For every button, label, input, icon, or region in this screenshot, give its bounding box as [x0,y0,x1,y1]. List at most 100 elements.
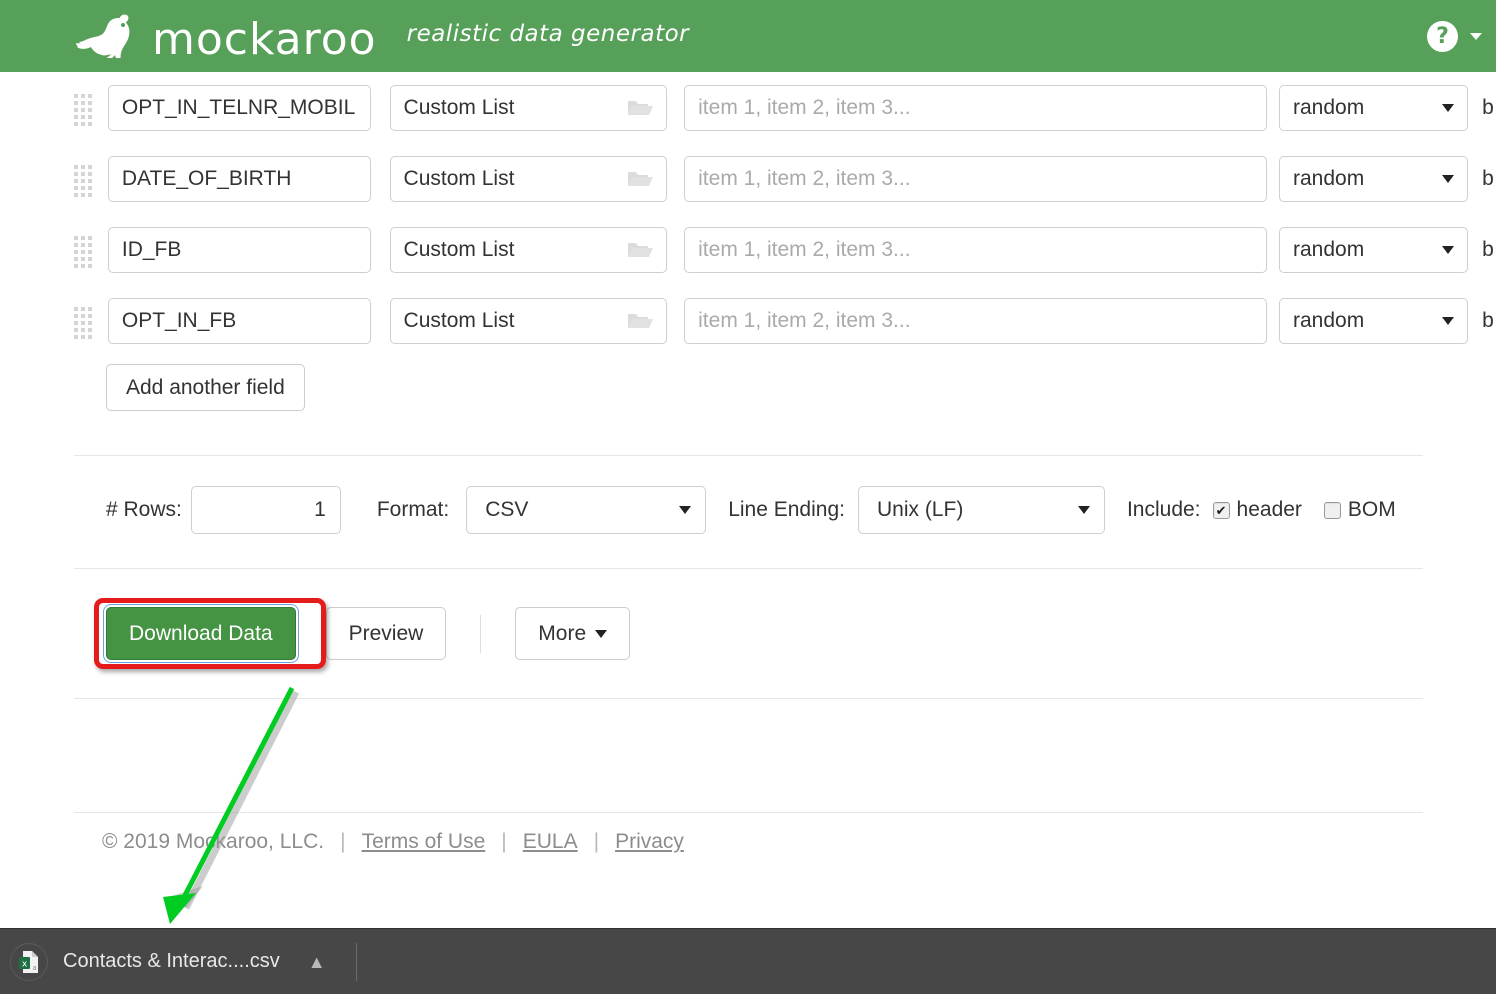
field-distribution-select[interactable]: random [1279,297,1469,344]
caret-down-icon [1442,103,1455,112]
caret-down-icon [1442,245,1455,254]
line-ending-select[interactable]: Unix (LF) [857,486,1105,534]
svg-text:a: a [32,964,36,972]
mockaroo-page: mockaroo realistic data generator ? OPT_… [0,0,1496,994]
divider [74,568,1423,569]
field-values-input[interactable]: item 1, item 2, item 3... [684,297,1267,344]
more-button[interactable]: More [515,607,631,660]
field-type-input[interactable]: Custom List [389,226,668,273]
footer-separator: | [340,830,346,853]
csv-file-icon: x a [10,942,48,981]
download-data-label: Download Data [129,621,273,645]
divider [480,614,482,653]
site-footer: © 2019 Mockaroo, LLC. | Terms of Use | E… [102,830,684,854]
field-name-value: DATE_OF_BIRTH [121,166,292,190]
field-values-placeholder: item 1, item 2, item 3... [698,95,911,119]
field-values-placeholder: item 1, item 2, item 3... [698,166,911,190]
download-file-name: Contacts & Interac....csv [63,950,280,972]
drag-handle-icon[interactable] [74,306,96,339]
field-values-placeholder: item 1, item 2, item 3... [698,308,911,332]
line-ending-label: Line Ending: [728,498,845,521]
field-name-value: OPT_IN_TELNR_MOBIL [121,95,356,119]
folder-icon[interactable] [627,98,654,118]
more-label: More [538,621,587,645]
table-row[interactable]: ID_FB Custom List item 1, item 2, item 3… [0,214,1496,285]
field-type-value: Custom List [403,237,515,261]
blank-percent-label: b [1482,95,1494,119]
field-type-input[interactable]: Custom List [389,155,668,202]
field-distribution-select[interactable]: random [1279,226,1469,273]
drag-handle-icon[interactable] [74,235,96,268]
folder-icon[interactable] [627,311,654,331]
format-label: Format: [376,498,450,521]
preview-button[interactable]: Preview [325,607,447,660]
brand-name: mockaroo [152,14,377,65]
drag-handle-icon[interactable] [74,93,96,126]
brand-logo[interactable]: mockaroo [74,14,377,62]
bom-checkbox-label: BOM [1347,498,1396,521]
download-bar: x a Contacts & Interac....csv ▲ [0,928,1496,994]
field-name-input[interactable]: DATE_OF_BIRTH [107,155,371,202]
add-another-field-button[interactable]: Add another field [106,364,305,411]
field-name-value: ID_FB [121,237,182,261]
field-distribution-select[interactable]: random [1279,155,1469,202]
divider [74,698,1423,699]
field-type-value: Custom List [403,95,515,119]
field-list: OPT_IN_TELNR_MOBIL Custom List item 1, i… [0,72,1496,356]
table-row[interactable]: DATE_OF_BIRTH Custom List item 1, item 2… [0,143,1496,214]
eula-link[interactable]: EULA [523,830,578,854]
field-values-input[interactable]: item 1, item 2, item 3... [684,226,1267,273]
caret-down-icon [679,506,692,514]
table-row[interactable]: OPT_IN_FB Custom List item 1, item 2, it… [0,285,1496,356]
caret-down-icon [1077,506,1090,514]
csv-file-glyph: x a [19,950,38,973]
field-name-input[interactable]: ID_FB [107,226,371,273]
site-header: mockaroo realistic data generator ? [0,0,1496,72]
field-name-input[interactable]: OPT_IN_FB [107,297,371,344]
field-distribution-value: random [1293,308,1365,332]
caret-down-icon [1442,174,1455,183]
bom-checkbox[interactable] [1323,501,1341,519]
help-icon[interactable]: ? [1427,20,1458,52]
field-type-input[interactable]: Custom List [389,297,668,344]
drag-handle-icon[interactable] [74,164,96,197]
output-options-bar: # Rows: 1 Format: CSV Line Ending: Unix … [106,486,1396,534]
caret-down-icon [595,629,608,638]
folder-icon[interactable] [627,169,654,189]
rows-label: # Rows: [106,498,182,521]
terms-of-use-link[interactable]: Terms of Use [362,830,486,854]
folder-icon[interactable] [627,240,654,260]
divider [74,812,1423,813]
field-type-value: Custom List [403,308,515,332]
add-another-field-label: Add another field [126,375,285,399]
download-item[interactable]: x a Contacts & Interac....csv ▲ [10,942,326,981]
rows-input[interactable]: 1 [190,486,341,534]
field-name-input[interactable]: OPT_IN_TELNR_MOBIL [107,84,371,131]
blank-percent-label: b [1482,166,1494,190]
footer-separator: | [593,830,600,853]
field-distribution-value: random [1293,95,1365,119]
field-values-input[interactable]: item 1, item 2, item 3... [684,155,1267,202]
field-distribution-select[interactable]: random [1279,84,1469,131]
include-label: Include: [1126,498,1201,521]
table-row[interactable]: OPT_IN_TELNR_MOBIL Custom List item 1, i… [0,72,1496,143]
field-distribution-value: random [1293,237,1365,261]
field-type-value: Custom List [403,166,515,190]
format-select[interactable]: CSV [466,486,707,534]
header-actions: ? [1427,0,1482,72]
action-button-bar: Download Data Preview More [106,607,631,660]
preview-label: Preview [348,621,424,645]
blank-percent-label: b [1482,308,1494,332]
copyright-text: © 2019 Mockaroo, LLC. [102,830,325,853]
download-data-button[interactable]: Download Data [106,607,296,660]
field-type-input[interactable]: Custom List [389,84,668,131]
chevron-up-icon[interactable]: ▲ [308,953,326,971]
kangaroo-logo-icon [76,14,130,58]
svg-text:x: x [22,959,28,969]
brand-tagline: realistic data generator [406,21,690,47]
field-values-input[interactable]: item 1, item 2, item 3... [684,84,1267,131]
chevron-down-icon[interactable] [1470,32,1482,40]
header-checkbox[interactable] [1212,501,1230,519]
privacy-link[interactable]: Privacy [615,830,684,854]
rows-value: 1 [314,498,326,521]
